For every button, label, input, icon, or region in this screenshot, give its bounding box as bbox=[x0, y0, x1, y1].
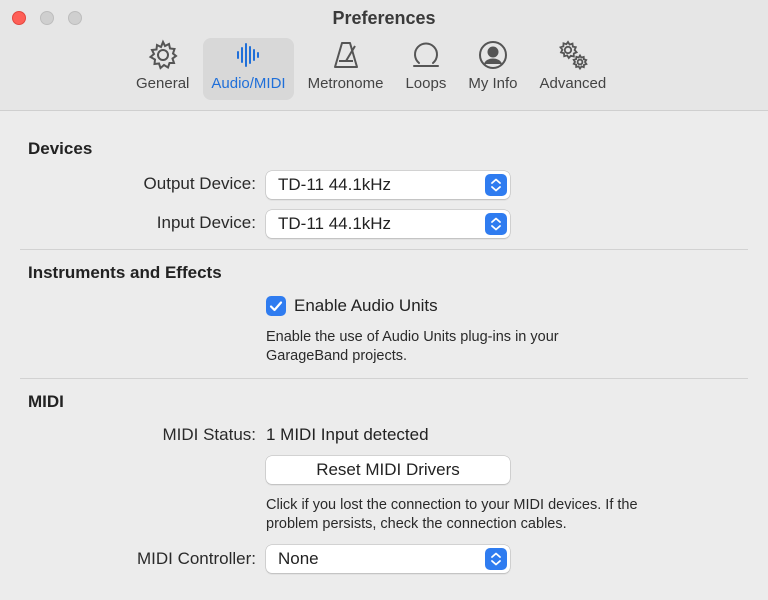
popup-stepper-icon bbox=[485, 548, 507, 570]
waveform-icon bbox=[237, 43, 260, 67]
midi-controller-label: MIDI Controller: bbox=[136, 549, 256, 568]
tab-label: Metronome bbox=[307, 75, 384, 92]
popup-stepper-icon bbox=[485, 174, 507, 196]
section-divider bbox=[20, 249, 748, 250]
tab-metronome[interactable]: Metronome bbox=[300, 38, 392, 100]
output-device-label: Output Device: bbox=[143, 174, 256, 193]
tab-label: Loops bbox=[405, 75, 447, 92]
tab-label: General bbox=[136, 75, 190, 92]
devices-heading: Devices bbox=[28, 139, 93, 158]
title-bar: Preferences General Audio/MIDI Metronome… bbox=[0, 0, 768, 111]
tab-loops[interactable]: Loops bbox=[397, 38, 454, 100]
popup-stepper-icon bbox=[485, 213, 507, 235]
tab-label: Audio/MIDI bbox=[211, 75, 286, 92]
midi-status-value: 1 MIDI Input detected bbox=[266, 425, 429, 444]
midi-heading: MIDI bbox=[28, 392, 64, 411]
checkmark-icon bbox=[269, 301, 283, 312]
tab-audio-midi[interactable]: Audio/MIDI bbox=[203, 38, 294, 100]
tab-general[interactable]: General bbox=[128, 38, 197, 100]
midi-controller-value: None bbox=[278, 549, 319, 568]
description-line: GarageBand projects. bbox=[266, 348, 408, 364]
window-title: Preferences bbox=[332, 8, 436, 28]
midi-help-text: Click if you lost the connection to your… bbox=[266, 496, 736, 534]
audio-units-description: Enable the use of Audio Units plug-ins i… bbox=[266, 328, 736, 366]
tab-my-info[interactable]: My Info bbox=[460, 38, 525, 100]
preferences-window: Preferences General Audio/MIDI Metronome… bbox=[0, 0, 768, 600]
enable-audio-units-checkbox[interactable] bbox=[266, 296, 286, 316]
preferences-toolbar: General Audio/MIDI Metronome Loops My In… bbox=[128, 38, 614, 102]
output-device-popup[interactable]: TD-11 44.1kHz bbox=[266, 171, 510, 199]
description-line: Enable the use of Audio Units plug-ins i… bbox=[266, 329, 559, 345]
reset-midi-drivers-button[interactable]: Reset MIDI Drivers bbox=[266, 456, 510, 484]
tab-advanced[interactable]: Advanced bbox=[532, 38, 615, 100]
section-divider bbox=[20, 378, 748, 379]
midi-controller-popup[interactable]: None bbox=[266, 545, 510, 573]
help-line: problem persists, check the connection c… bbox=[266, 516, 567, 532]
metronome-icon bbox=[333, 42, 358, 68]
help-line: Click if you lost the connection to your… bbox=[266, 497, 638, 513]
tab-label: My Info bbox=[468, 75, 518, 92]
input-device-popup[interactable]: TD-11 44.1kHz bbox=[266, 210, 510, 238]
enable-audio-units-label[interactable]: Enable Audio Units bbox=[294, 296, 438, 316]
midi-status-label: MIDI Status: bbox=[162, 425, 256, 444]
tab-label: Advanced bbox=[539, 75, 607, 92]
loop-icon bbox=[412, 42, 439, 67]
instruments-effects-heading: Instruments and Effects bbox=[28, 263, 222, 282]
output-device-value: TD-11 44.1kHz bbox=[278, 175, 392, 194]
input-device-value: TD-11 44.1kHz bbox=[278, 214, 392, 233]
gear-icon bbox=[148, 39, 178, 70]
person-icon bbox=[478, 41, 507, 69]
input-device-label: Input Device: bbox=[156, 213, 256, 232]
gears-icon bbox=[558, 40, 588, 71]
